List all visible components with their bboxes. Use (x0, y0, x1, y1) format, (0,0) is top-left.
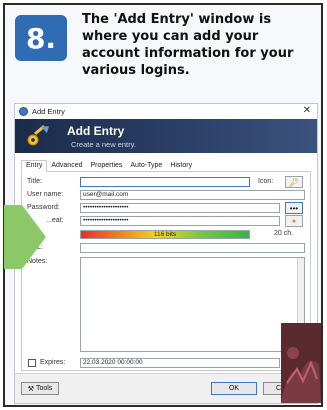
ok-button[interactable]: OK (211, 382, 257, 395)
entry-panel: Title: Icon: 🔑︎ User name: user@mail.com… (21, 172, 311, 371)
decorative-plant-photo (281, 323, 321, 403)
password-field[interactable]: •••••••••••••••••••• (80, 203, 280, 213)
quality-bits: 116 bits (153, 231, 177, 238)
step-number-badge: 8. (15, 15, 67, 61)
tab-advanced[interactable]: Advanced (47, 161, 86, 171)
green-arrow-pointer (4, 205, 46, 269)
url-field[interactable] (80, 243, 305, 253)
title-label: Title: (27, 178, 42, 185)
dialog-button-bar: ⚒ Tools OK Ca (15, 373, 317, 403)
show-password-button[interactable]: ••• (285, 202, 303, 214)
banner-subtitle: Create a new entry. (71, 140, 136, 149)
tutorial-card: 8. The 'Add Entry' window is where you c… (3, 3, 323, 407)
expires-label: Expires: (40, 359, 66, 366)
password-quality-bar: 116 bits (80, 230, 250, 239)
username-field[interactable]: user@mail.com (80, 190, 305, 200)
add-entry-screenshot: Add Entry ✕ Add Entry Create a new entry… (14, 103, 318, 404)
tab-history[interactable]: History (166, 161, 196, 171)
tab-properties[interactable]: Properties (86, 161, 126, 171)
title-field[interactable] (80, 177, 250, 187)
expires-checkbox[interactable] (28, 359, 36, 367)
step-caption: The 'Add Entry' window is where you can … (82, 12, 294, 78)
repeat-password-label: ...eat: (46, 217, 64, 224)
tools-label: Tools (35, 385, 53, 392)
notes-field[interactable] (80, 257, 305, 352)
repeat-password-field[interactable]: •••••••••••••••••••• (80, 216, 280, 226)
window-title: Add Entry (32, 107, 65, 116)
tools-button[interactable]: ⚒ Tools (21, 382, 59, 395)
close-icon[interactable]: ✕ (303, 105, 311, 116)
entry-tabs: Entry Advanced Properties Auto-Type Hist… (21, 160, 311, 172)
key-small-icon: 🔑︎ (288, 177, 300, 187)
tools-icon: ⚒ (27, 385, 34, 393)
banner-title: Add Entry (67, 124, 125, 138)
key-icon (27, 124, 49, 146)
icon-picker-button[interactable]: 🔑︎ (285, 176, 303, 188)
tab-entry[interactable]: Entry (21, 160, 48, 172)
expires-date-field[interactable]: 22.03.2020 00:00:00 (80, 358, 280, 368)
character-count: 20 ch. (274, 230, 294, 237)
keepass-app-icon (19, 107, 28, 116)
icon-label: Icon: (258, 178, 274, 185)
window-titlebar: Add Entry ✕ (15, 104, 317, 119)
password-generator-button[interactable]: ✦ (285, 215, 303, 227)
generator-icon: ✦ (290, 216, 298, 226)
dialog-banner: Add Entry Create a new entry. (15, 119, 317, 153)
tab-auto-type[interactable]: Auto-Type (126, 161, 166, 171)
